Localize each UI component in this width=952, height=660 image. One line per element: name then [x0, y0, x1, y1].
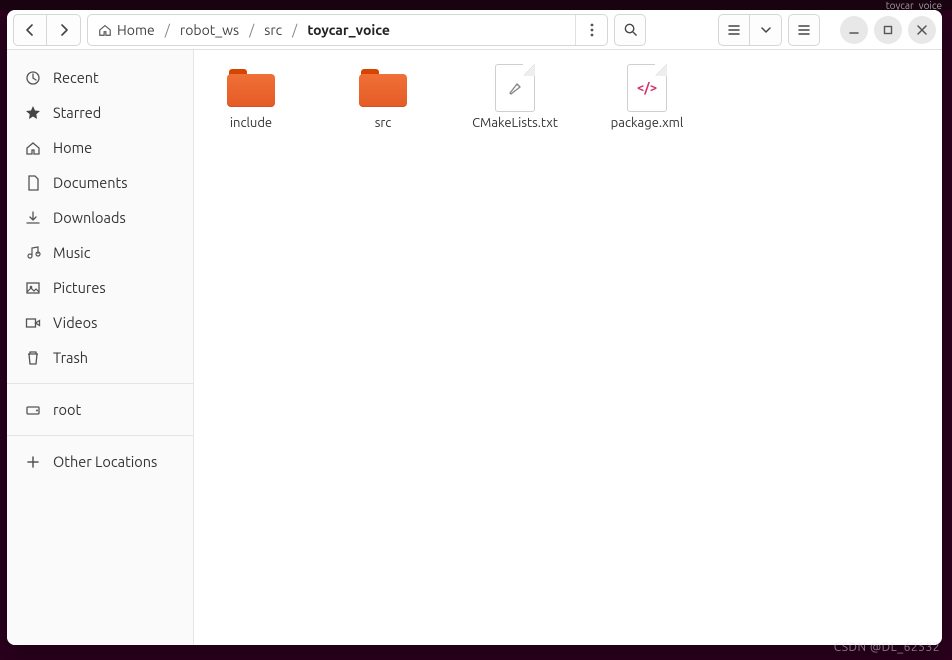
star-icon — [25, 105, 41, 121]
folder-src[interactable]: src — [338, 66, 428, 132]
file-label: CMakeLists.txt — [472, 116, 558, 132]
code-glyph-icon: </> — [637, 81, 657, 95]
minimize-icon — [849, 25, 859, 35]
sidebar-item-downloads[interactable]: Downloads — [7, 200, 193, 235]
sidebar-item-label: Trash — [53, 349, 88, 366]
sidebar-item-label: Pictures — [53, 279, 106, 296]
file-label: include — [230, 116, 272, 132]
sidebar-item-label: root — [53, 401, 81, 418]
home-icon — [25, 140, 41, 156]
music-icon — [25, 245, 41, 261]
view-dropdown-button[interactable] — [750, 14, 782, 46]
folder-icon — [359, 69, 407, 107]
icon-grid: include src CMakeLists.txt — [206, 66, 930, 132]
path-home[interactable]: Home — [88, 15, 165, 45]
desktop-topbar-fragment: toycar_voice — [886, 0, 942, 10]
sidebar-item-recent[interactable]: Recent — [7, 60, 193, 95]
sidebar-item-label: Documents — [53, 174, 128, 191]
chevron-down-icon — [761, 25, 771, 35]
path-seg-robot-ws[interactable]: robot_ws — [170, 15, 249, 45]
sidebar-mount-root[interactable]: root — [7, 392, 193, 427]
path-seg-current[interactable]: toycar_voice — [297, 15, 400, 45]
plus-icon — [25, 454, 41, 470]
path-menu-button[interactable] — [575, 15, 607, 45]
path-home-label: Home — [117, 22, 155, 38]
back-button[interactable] — [13, 14, 47, 46]
image-icon — [25, 280, 41, 296]
sidebar-item-label: Videos — [53, 314, 97, 331]
sidebar-item-music[interactable]: Music — [7, 235, 193, 270]
sidebar-item-home[interactable]: Home — [7, 130, 193, 165]
trash-icon — [25, 350, 41, 366]
search-icon — [623, 22, 638, 37]
text-file-icon — [495, 64, 535, 112]
view-switch — [718, 14, 782, 46]
sidebar-item-label: Recent — [53, 69, 99, 86]
file-package-xml[interactable]: </> package.xml — [602, 66, 692, 132]
file-label: package.xml — [611, 116, 684, 132]
sidebar: Recent Starred Home Documents Downloads … — [7, 50, 194, 645]
path-seg-src[interactable]: src — [254, 15, 292, 45]
home-icon — [98, 23, 112, 37]
maximize-icon — [883, 25, 893, 35]
sidebar-item-label: Starred — [53, 104, 101, 121]
kebab-icon — [590, 23, 594, 37]
build-icon — [506, 79, 524, 97]
chevron-left-icon — [24, 24, 36, 36]
chevron-right-icon — [58, 24, 70, 36]
folder-icon — [227, 69, 275, 107]
close-icon — [917, 25, 927, 35]
file-label: src — [375, 116, 392, 132]
titlebar: Home / robot_ws / src / toycar_voice — [7, 10, 942, 50]
forward-button[interactable] — [47, 14, 81, 46]
sidebar-item-pictures[interactable]: Pictures — [7, 270, 193, 305]
video-icon — [25, 315, 41, 331]
watermark: CSDN @DL_62532 — [834, 641, 940, 654]
sidebar-item-label: Home — [53, 139, 92, 156]
maximize-button[interactable] — [874, 16, 902, 44]
xml-file-icon: </> — [627, 64, 667, 112]
document-icon — [25, 175, 41, 191]
list-view-button[interactable] — [718, 14, 750, 46]
hamburger-menu-button[interactable] — [788, 14, 820, 46]
path-bar: Home / robot_ws / src / toycar_voice — [87, 14, 608, 46]
sidebar-item-label: Music — [53, 244, 90, 261]
hamburger-icon — [797, 23, 811, 37]
sidebar-other-locations[interactable]: Other Locations — [7, 444, 193, 479]
drive-icon — [25, 402, 41, 418]
clock-icon — [25, 70, 41, 86]
sidebar-item-documents[interactable]: Documents — [7, 165, 193, 200]
sidebar-item-label: Other Locations — [53, 453, 157, 470]
file-pane[interactable]: include src CMakeLists.txt — [194, 50, 942, 645]
nav-buttons — [13, 14, 81, 46]
folder-include[interactable]: include — [206, 66, 296, 132]
sidebar-item-starred[interactable]: Starred — [7, 95, 193, 130]
list-icon — [727, 23, 741, 37]
close-button[interactable] — [908, 16, 936, 44]
search-button[interactable] — [614, 14, 646, 46]
sidebar-item-trash[interactable]: Trash — [7, 340, 193, 375]
files-window: Home / robot_ws / src / toycar_voice — [7, 10, 942, 645]
file-cmakelists[interactable]: CMakeLists.txt — [470, 66, 560, 132]
minimize-button[interactable] — [840, 16, 868, 44]
sidebar-item-label: Downloads — [53, 209, 126, 226]
sidebar-item-videos[interactable]: Videos — [7, 305, 193, 340]
download-icon — [25, 210, 41, 226]
